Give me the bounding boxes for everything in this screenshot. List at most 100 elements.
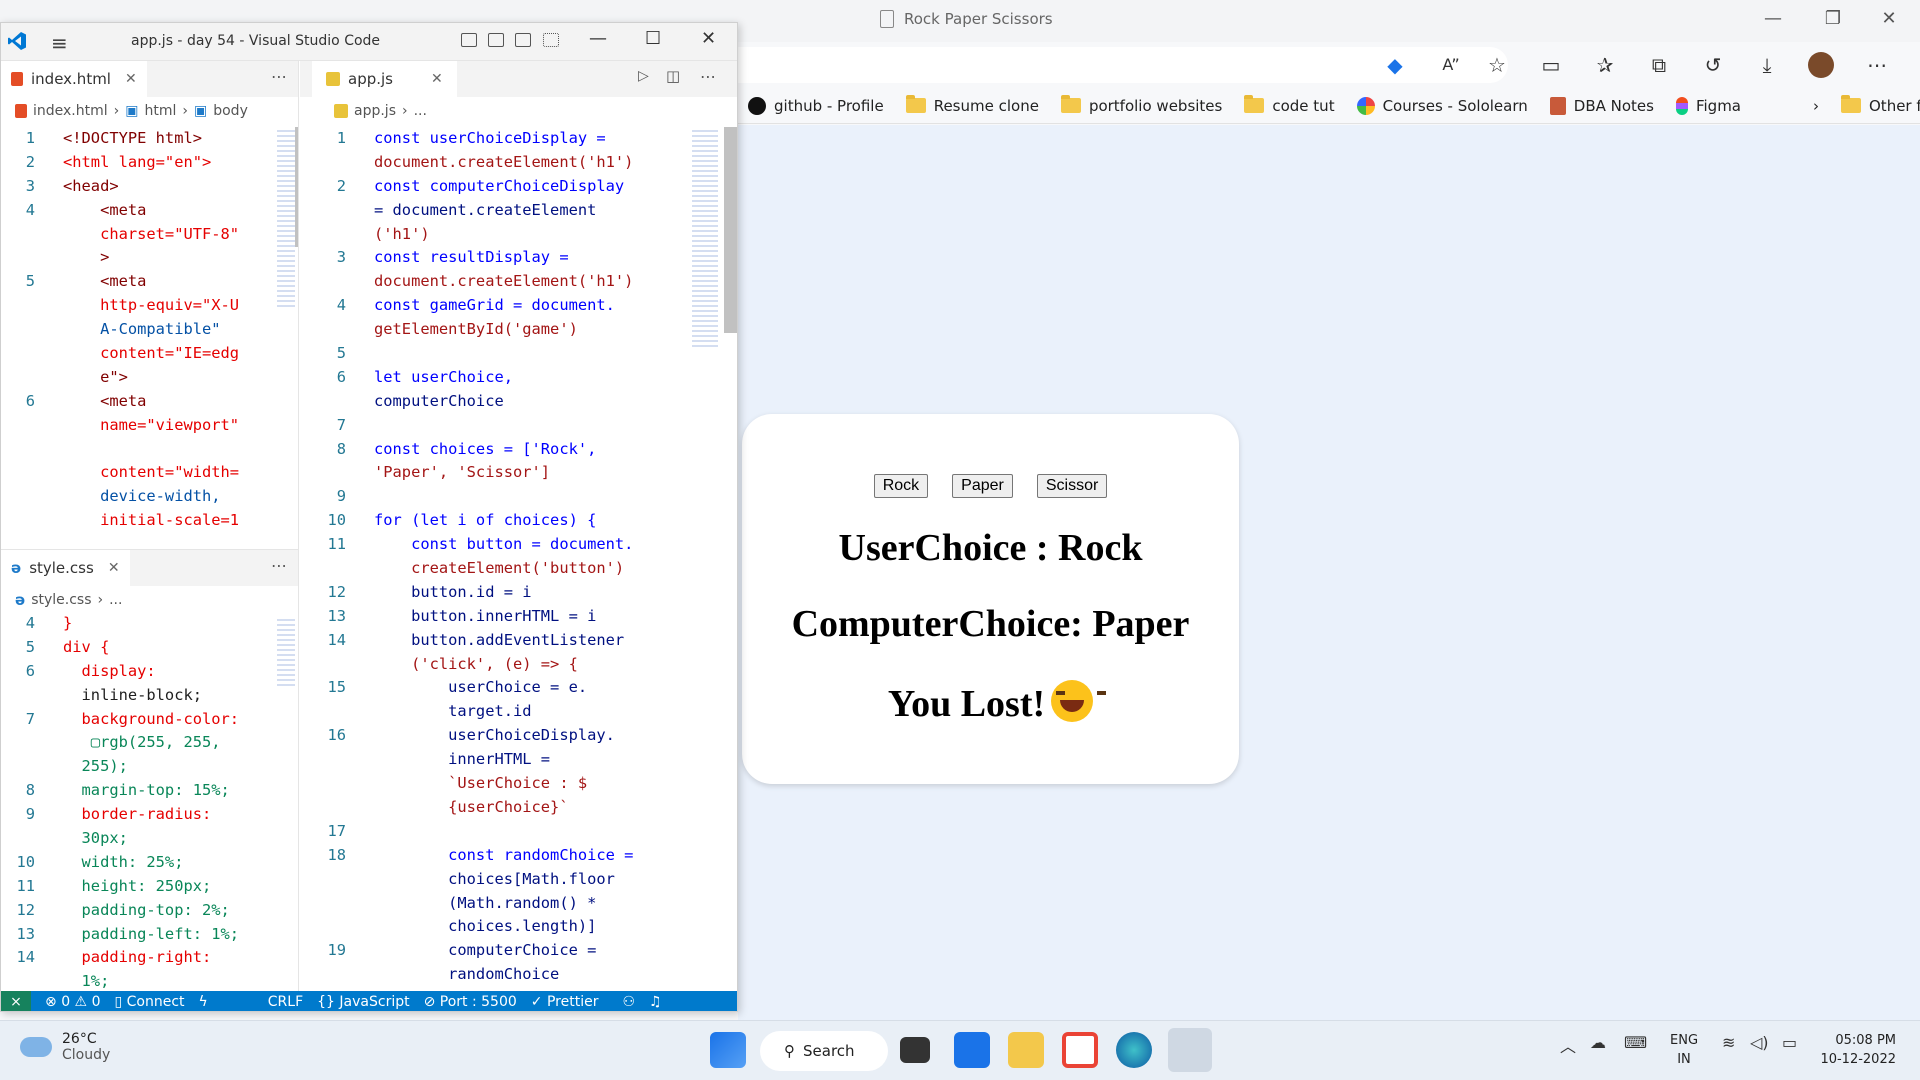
more-actions-icon[interactable]: ⋯ [271,556,287,575]
code-line[interactable]: 3 const resultDisplay = [300,246,737,270]
browser-tab[interactable]: Rock Paper Scissors [880,10,1053,28]
code-line[interactable]: initial-scale=1 [1,509,298,533]
code-line[interactable]: 8 const choices = ['Rock', [300,438,737,462]
minimap[interactable] [277,127,295,307]
tab-app-js[interactable]: app.js ✕ [312,61,457,97]
code-line[interactable]: charset="UTF-8" [1,223,298,247]
start-icon[interactable] [710,1032,746,1068]
scissor-button[interactable]: Scissor [1036,474,1108,498]
code-line[interactable]: document.createElement('h1') [300,270,737,294]
code-line[interactable]: 5 [300,342,737,366]
code-line[interactable]: 30px; [1,827,298,851]
live-server-port[interactable]: ⊘ Port : 5500 [424,994,517,1010]
code-line[interactable]: choices[Math.floor [300,868,737,892]
breadcrumb-item[interactable]: html [145,103,177,119]
code-line[interactable]: e"> [1,366,298,390]
code-line[interactable]: 17 [300,820,737,844]
wifi-icon[interactable]: ≋ [1722,1033,1735,1052]
more-actions-icon[interactable]: ⋯ [700,67,716,86]
code-line[interactable]: 1 <!DOCTYPE html> [1,127,298,151]
cast-icon[interactable]: ▭ [1538,52,1564,78]
code-line[interactable]: content="width= [1,461,298,485]
code-line[interactable]: 8 margin-top: 15%; [1,779,298,803]
toggle-sidebar-icon[interactable] [461,33,477,47]
tab-index-html[interactable]: index.html ✕ [1,61,147,97]
history-icon[interactable]: ↺ [1700,52,1726,78]
more-menu-icon[interactable]: ⋯ [1864,52,1890,78]
weather-widget[interactable]: 26°C Cloudy [20,1031,110,1063]
split-editor-icon[interactable]: ◫ [666,67,680,85]
breadcrumb-item[interactable]: style.css [31,592,91,608]
add-favorite-icon[interactable]: ☆ [1484,52,1510,78]
minimap[interactable] [277,616,295,686]
code-line[interactable]: 18 const randomChoice = [300,844,737,868]
scrollbar[interactable] [724,127,737,333]
code-line[interactable]: 14 padding-right: [1,946,298,970]
code-line[interactable]: A-Compatible" [1,318,298,342]
code-line[interactable]: 11 const button = document. [300,533,737,557]
close-tab-icon[interactable]: ✕ [125,71,137,87]
code-line[interactable]: content="IE=edg [1,342,298,366]
code-line[interactable]: choices.length)] [300,915,737,939]
read-aloud-icon[interactable]: A” [1438,52,1464,78]
vscode-maximize-icon[interactable]: ☐ [645,28,661,49]
accounts-icon[interactable]: ⚇ [622,994,635,1010]
code-line[interactable]: innerHTML = [300,748,737,772]
breadcrumb-item[interactable]: ... [109,592,122,608]
run-icon[interactable]: ▷ [638,68,649,84]
code-line[interactable]: 6 display: [1,660,298,684]
code-line[interactable]: http-equiv="X-U [1,294,298,318]
code-line[interactable]: 2 const computerChoiceDisplay [300,175,737,199]
close-tab-icon[interactable]: ✕ [108,560,120,576]
code-line[interactable]: document.createElement('h1') [300,151,737,175]
code-line[interactable]: 19 computerChoice = [300,939,737,963]
breadcrumb-item[interactable]: index.html [33,103,108,119]
code-line[interactable]: 4 const gameGrid = document. [300,294,737,318]
clock[interactable]: 05:08 PM 10-12-2022 [1820,1031,1896,1069]
favorite-github[interactable]: github - Profile [748,96,884,115]
code-line[interactable]: computerChoice [300,390,737,414]
favorite-figma[interactable]: Figma [1675,96,1741,115]
battery-icon[interactable]: ▭ [1782,1033,1797,1052]
code-line[interactable]: `UserChoice : $ [300,772,737,796]
code-line[interactable]: = document.createElement [300,199,737,223]
code-line[interactable]: 9 [300,485,737,509]
notifications-icon[interactable]: ♫ [649,994,662,1010]
taskbar-search[interactable]: ⚲ Search [760,1031,888,1071]
scrollbar[interactable] [295,127,298,247]
tab-style-css[interactable]: ǝ style.css ✕ [1,550,130,586]
restore-icon[interactable]: ❐ [1810,8,1856,29]
code-line[interactable]: 10 width: 25%; [1,851,298,875]
code-line[interactable]: 12 button.id = i [300,581,737,605]
code-line[interactable]: ('click', (e) => { [300,653,737,677]
code-line[interactable]: ▢rgb(255, 255, [1,731,298,755]
onedrive-icon[interactable]: ☁ [1590,1033,1606,1052]
code-line[interactable]: {userChoice}` [300,796,737,820]
favorite-portfolio[interactable]: portfolio websites [1060,95,1222,115]
code-line[interactable]: name="viewport" [1,414,298,438]
code-line[interactable]: ('h1') [300,223,737,247]
favorite-code-tut[interactable]: code tut [1244,95,1335,115]
code-line[interactable]: 7 background-color: [1,708,298,732]
task-view-icon[interactable] [900,1037,930,1063]
coupon-tag-icon[interactable]: ◆ [1382,52,1408,78]
keyboard-icon[interactable]: ⌨ [1624,1033,1647,1052]
close-tab-icon[interactable]: ✕ [431,71,443,87]
download-icon[interactable]: ⤓ [1754,52,1780,78]
code-line[interactable]: 11 height: 250px; [1,875,298,899]
code-line[interactable]: 1 const userChoiceDisplay = [300,127,737,151]
connect-button[interactable]: ▯ Connect [114,994,184,1010]
more-actions-icon[interactable]: ⋯ [271,67,287,86]
code-line[interactable]: (Math.random() * [300,892,737,916]
code-line[interactable]: 2 <html lang="en"> [1,151,298,175]
collections-icon[interactable]: ⧉ [1646,52,1672,78]
rock-button[interactable]: Rock [873,474,929,498]
code-line[interactable]: 4} [1,612,298,636]
show-hidden-icons[interactable]: ︿ [1560,1033,1576,1057]
vscode-close-icon[interactable]: ✕ [701,28,716,49]
vscode-taskbar-icon[interactable] [1168,1028,1212,1072]
code-line[interactable]: device-width, [1,485,298,509]
menu-icon[interactable]: ≡ [51,31,68,55]
code-line[interactable]: > [1,246,298,270]
lightning-icon[interactable]: ϟ [199,994,208,1010]
